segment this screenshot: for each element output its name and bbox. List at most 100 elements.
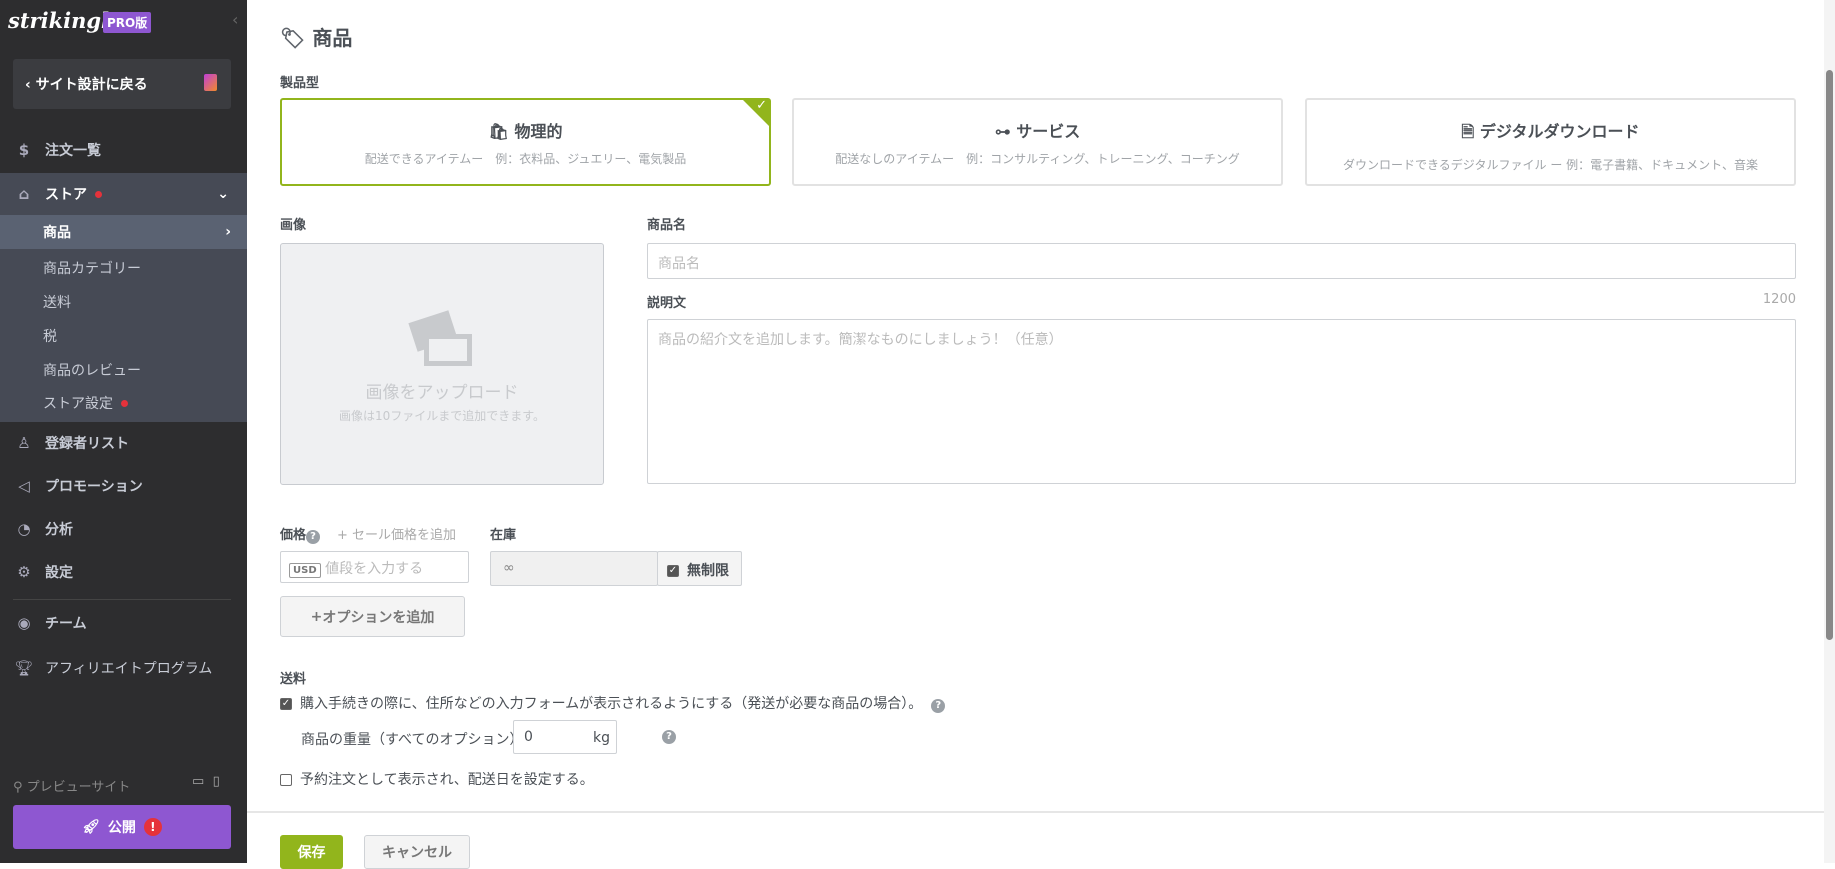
sidebar-item-subscribers[interactable]: ♙ 登録者リスト: [0, 423, 247, 463]
back-to-editor-button[interactable]: ‹ サイト設計に戻る: [13, 59, 231, 109]
sidebar-item-settings[interactable]: ⚙ 設定: [0, 552, 247, 592]
mobile-icon[interactable]: ▯: [213, 774, 220, 789]
gear-icon: ⚙: [17, 563, 31, 581]
preorder-option[interactable]: 予約注文として表示され、配送日を設定する。: [280, 769, 594, 789]
stock-label: 在庫: [490, 528, 517, 543]
sidebar-item-tax[interactable]: 税: [0, 319, 247, 353]
plus-icon: +: [310, 608, 323, 625]
label: 登録者リスト: [45, 436, 129, 452]
image-upload-area[interactable]: 画像をアップロード 画像は10ファイルまで追加できます。: [280, 243, 604, 485]
card-desc: 配送なしのアイテムー 例：コンサルティング、トレーニング、コーチング: [835, 152, 1240, 166]
scrollbar-thumb[interactable]: [1826, 70, 1833, 640]
label: チーム: [45, 616, 87, 632]
weight-unit: kg: [593, 730, 610, 746]
sidebar-item-products[interactable]: 商品 ›: [0, 215, 247, 249]
sidebar-item-categories[interactable]: 商品カテゴリー: [0, 251, 247, 285]
check-icon: ✓: [756, 98, 767, 113]
dollar-icon: $: [18, 141, 30, 159]
sidebar-item-reviews[interactable]: 商品のレビュー: [0, 353, 247, 387]
store-submenu: 商品 › 商品カテゴリー 送料 税 商品のレビュー ストア設定: [0, 215, 247, 422]
type-card-physical[interactable]: ✓ 🛍︎ 物理的 配送できるアイテムー 例：衣料品、ジュエリー、電気製品: [280, 98, 771, 186]
product-type-label: 製品型: [280, 76, 320, 91]
weight-input[interactable]: 0 kg: [513, 720, 617, 754]
sidebar-item-store[interactable]: ⌂ ストア ⌄: [0, 173, 247, 215]
type-card-digital[interactable]: 🗎 デジタルダウンロード ダウンロードできるデジタルファイル ー 例：電子書籍、…: [1305, 98, 1796, 186]
help-icon[interactable]: ?: [306, 530, 321, 544]
sidebar-item-team[interactable]: ◉ チーム: [0, 603, 247, 643]
card-title: サービス: [1016, 122, 1081, 141]
desktop-icon[interactable]: ▭: [192, 774, 204, 789]
checkbox-unchecked[interactable]: [280, 774, 292, 786]
publish-button[interactable]: 🚀︎ 公開!: [13, 805, 231, 849]
label: プロモーション: [45, 479, 143, 495]
save-button[interactable]: 保存: [280, 835, 343, 869]
cancel-button[interactable]: キャンセル: [364, 835, 470, 869]
price-placeholder: 値段を入力する: [325, 561, 424, 577]
product-name-input[interactable]: 商品名: [647, 243, 1796, 279]
pro-badge: PRO版: [103, 12, 152, 33]
collapse-sidebar-icon[interactable]: ‹: [232, 10, 238, 29]
rocket-icon: 🚀︎: [82, 819, 100, 835]
char-limit: 1200: [1762, 292, 1796, 307]
stock-input[interactable]: ∞: [490, 551, 658, 586]
card-desc: ダウンロードできるデジタルファイル ー 例：電子書籍、ドキュメント、音楽: [1343, 158, 1758, 172]
price-label-text: 価格: [280, 528, 307, 543]
file-icon: 🗎: [1461, 122, 1475, 141]
alert-dot: [95, 190, 102, 198]
checkbox-checked[interactable]: ✓: [280, 698, 292, 710]
label: 商品: [43, 225, 71, 241]
store-icon: ⌂: [18, 185, 30, 203]
scrollbar[interactable]: [1824, 0, 1835, 863]
price-label: 価格?: [280, 524, 321, 544]
sidebar-item-store-settings[interactable]: ストア設定: [0, 386, 247, 420]
divider: [247, 811, 1827, 813]
label: ストア設定: [43, 396, 113, 412]
bag-icon: 🛍︎: [488, 122, 509, 141]
unlimited-label: 無制限: [687, 563, 729, 579]
page-icon: [204, 74, 217, 91]
description-label: 説明文: [647, 296, 687, 311]
label: 購入手続きの際に、住所などの入力フォームが表示されるようにする（発送が必要な商品…: [300, 696, 923, 712]
label: ストア: [45, 187, 87, 203]
trophy-icon: 🏆︎: [14, 659, 34, 677]
sidebar-item-promotion[interactable]: ◁ プロモーション: [0, 466, 247, 506]
label: 分析: [45, 522, 73, 538]
label: プレビューサイト: [26, 780, 131, 795]
megaphone-icon: ◁: [18, 477, 30, 495]
shipping-form-option[interactable]: ✓ 購入手続きの際に、住所などの入力フォームが表示されるようにする（発送が必要な商…: [280, 693, 946, 713]
pie-chart-icon: ◔: [17, 520, 31, 538]
card-title: デジタルダウンロード: [1479, 122, 1640, 141]
sidebar-item-shipping[interactable]: 送料: [0, 285, 247, 319]
divider: [13, 599, 231, 600]
label: 設定: [45, 565, 73, 581]
label: 公開: [107, 820, 136, 836]
add-option-button[interactable]: + オプションを追加: [280, 596, 465, 637]
title-text: 商品: [312, 26, 353, 50]
name-label: 商品名: [647, 218, 687, 233]
warning-icon: !: [143, 818, 162, 836]
description-textarea[interactable]: 商品の紹介文を追加します。簡潔なものにしましょう！（任意）: [647, 319, 1796, 484]
dumbbell-icon: ⊶: [994, 122, 1011, 141]
upload-title: 画像をアップロード: [365, 383, 519, 403]
sidebar-item-orders[interactable]: $ 注文一覧: [0, 130, 247, 170]
help-icon[interactable]: ?: [931, 699, 946, 713]
device-toggle[interactable]: ▭ ▯: [192, 774, 220, 789]
main-content: 🏷︎ 商品 製品型 ✓ 🛍︎ 物理的 配送できるアイテムー 例：衣料品、ジュエリ…: [247, 0, 1835, 869]
card-desc: 配送できるアイテムー 例：衣料品、ジュエリー、電気製品: [364, 152, 687, 166]
preview-site-link[interactable]: ⚲ プレビューサイト: [13, 776, 130, 795]
sidebar-item-analytics[interactable]: ◔ 分析: [0, 509, 247, 549]
page-title: 🏷︎ 商品: [280, 22, 352, 51]
label: 予約注文として表示され、配送日を設定する。: [300, 772, 594, 788]
label: アフィリエイトプログラム: [45, 661, 213, 677]
weight-value: 0: [524, 729, 533, 745]
help-icon[interactable]: ?: [662, 730, 676, 744]
back-label: サイト設計に戻る: [35, 77, 148, 93]
type-card-service[interactable]: ⊶ サービス 配送なしのアイテムー 例：コンサルティング、トレーニング、コーチン…: [792, 98, 1283, 186]
checkbox-checked[interactable]: ✓: [667, 565, 679, 577]
sidebar-item-affiliate[interactable]: 🏆︎ アフィリエイトプログラム: [0, 648, 247, 688]
price-input[interactable]: USD 値段を入力する: [280, 551, 469, 583]
add-sale-price-link[interactable]: + セール価格を追加: [337, 524, 456, 543]
chevron-right-icon: ›: [225, 224, 231, 240]
chevron-down-icon: ⌄: [217, 186, 229, 202]
unlimited-checkbox[interactable]: ✓ 無制限: [657, 551, 742, 586]
